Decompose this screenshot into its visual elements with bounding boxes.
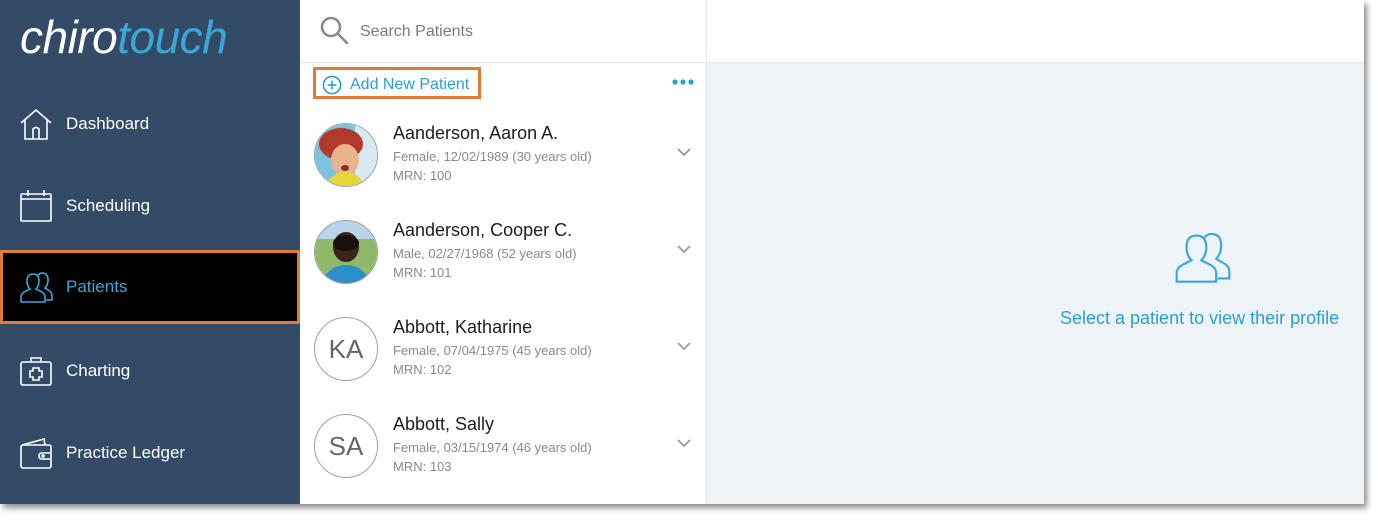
users-icon: [20, 272, 53, 303]
patient-mrn: MRN: 102: [393, 362, 452, 377]
patient-row[interactable]: SA Abbott, Sally Female, 03/15/1974 (46 …: [300, 414, 706, 504]
sidebar-item-charting[interactable]: Charting: [0, 334, 300, 408]
sidebar: chirotouch Dashboard Scheduling Patients…: [0, 0, 300, 504]
patient-name: Abbott, Sally: [393, 414, 495, 434]
sidebar-item-label: Patients: [66, 277, 128, 296]
chevron-down-icon[interactable]: [676, 438, 692, 448]
search-bar: [300, 0, 706, 63]
patient-mrn: MRN: 100: [393, 168, 452, 183]
patient-info: Female, 03/15/1974 (46 years old): [393, 440, 592, 455]
detail-header: [707, 0, 1364, 63]
patient-info: Female, 12/02/1989 (30 years old): [393, 149, 592, 164]
more-dots-icon[interactable]: [670, 72, 696, 92]
brand-logo: chirotouch: [20, 11, 228, 63]
patient-name: Abbott, Katharine: [393, 317, 533, 337]
patient-avatar-photo: [314, 220, 378, 284]
add-new-patient-button[interactable]: Add New Patient: [313, 67, 481, 99]
sidebar-item-scheduling[interactable]: Scheduling: [0, 169, 300, 243]
sidebar-item-label: Charting: [66, 361, 131, 380]
sidebar-item-patients[interactable]: Patients: [0, 250, 300, 324]
house-icon: [20, 108, 52, 140]
patient-avatar-photo: [314, 123, 378, 187]
users-icon: [1175, 232, 1231, 283]
plus-circle-icon: [322, 75, 342, 95]
medical-kit-icon: [20, 357, 52, 386]
logo-text-part1: chiro: [20, 11, 118, 63]
patient-info: Male, 02/27/1968 (52 years old): [393, 246, 577, 261]
sidebar-item-label: Scheduling: [66, 196, 151, 215]
sidebar-item-label: Practice Ledger: [66, 443, 186, 462]
add-new-patient-label: Add New Patient: [350, 76, 470, 93]
app-window: chirotouch Dashboard Scheduling Patients…: [0, 0, 1364, 504]
sidebar-item-label: Dashboard: [66, 114, 150, 133]
sidebar-item-dashboard[interactable]: Dashboard: [0, 87, 300, 161]
patient-row[interactable]: Aanderson, Aaron A. Female, 12/02/1989 (…: [300, 123, 706, 219]
patient-avatar-initials: KA: [314, 317, 378, 381]
sidebar-item-practice-ledger[interactable]: Practice Ledger: [0, 416, 300, 490]
patient-name: Aanderson, Cooper C.: [393, 220, 573, 240]
patient-mrn: MRN: 103: [393, 459, 452, 474]
patient-mrn: MRN: 101: [393, 265, 452, 280]
chevron-down-icon[interactable]: [676, 341, 692, 351]
chevron-down-icon[interactable]: [676, 244, 692, 254]
patient-name: Aanderson, Aaron A.: [393, 123, 559, 143]
search-input[interactable]: [358, 18, 682, 46]
patient-info: Female, 07/04/1975 (45 years old): [393, 343, 592, 358]
wallet-icon: [20, 437, 52, 469]
chevron-down-icon[interactable]: [676, 147, 692, 157]
patient-list-pane: Add New Patient Aanderson, Aaron A. Fema…: [300, 0, 707, 504]
patient-detail-pane: Select a patient to view their profile: [707, 63, 1364, 504]
patient-row[interactable]: Aanderson, Cooper C. Male, 02/27/1968 (5…: [300, 220, 706, 316]
logo-text-part2: touch: [117, 11, 228, 63]
search-icon[interactable]: [318, 14, 350, 46]
empty-state-message: Select a patient to view their profile: [1060, 308, 1340, 328]
patient-row[interactable]: KA Abbott, Katharine Female, 07/04/1975 …: [300, 317, 706, 413]
patient-avatar-initials: SA: [314, 414, 378, 478]
calendar-icon: [20, 190, 52, 222]
